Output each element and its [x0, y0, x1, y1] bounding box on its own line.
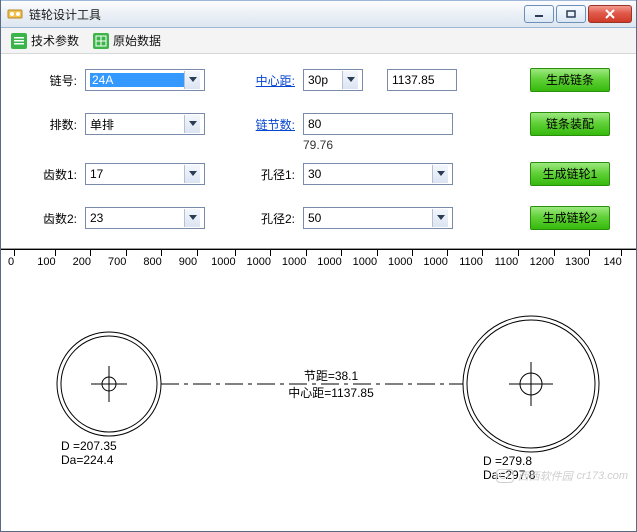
link-count-calc: 79.76: [303, 138, 612, 152]
minimize-button[interactable]: [524, 5, 554, 23]
teeth1-value: 17: [90, 167, 184, 181]
bore2-label: 孔径2:: [243, 210, 295, 227]
center-distance-combo[interactable]: 30p: [303, 69, 363, 91]
chevron-down-icon[interactable]: [432, 165, 448, 183]
drawing-canvas: 0100200700800900100010001000100010001000…: [1, 248, 636, 490]
chevron-down-icon[interactable]: [342, 71, 358, 89]
teeth2-value: 23: [90, 211, 184, 225]
list-icon: [11, 33, 27, 49]
chevron-down-icon[interactable]: [432, 209, 448, 227]
teeth1-combo[interactable]: 17: [85, 163, 205, 185]
chevron-down-icon[interactable]: [184, 115, 200, 133]
pitch-label: 节距=38.1: [271, 367, 391, 384]
form-area: 链号: 24A 中心距: 30p 1137.85 生成链条 排数:: [1, 54, 636, 248]
generate-chain-button[interactable]: 生成链条: [530, 68, 610, 92]
center-labels: 节距=38.1 中心距=1137.85: [271, 367, 391, 401]
chain-no-combo[interactable]: 24A: [85, 69, 205, 91]
watermark-icon: Cr: [496, 469, 514, 483]
chevron-down-icon[interactable]: [184, 209, 200, 227]
generate-sprocket2-button[interactable]: 生成链轮2: [530, 206, 610, 230]
toolbar: 技术参数 原始数据: [1, 28, 636, 54]
teeth2-combo[interactable]: 23: [85, 207, 205, 229]
center-distance-link[interactable]: 中心距:: [256, 74, 295, 88]
chevron-down-icon[interactable]: [184, 71, 200, 89]
titlebar[interactable]: 链轮设计工具: [1, 0, 636, 28]
link-count-input[interactable]: 80: [303, 113, 453, 135]
menu-raw-data[interactable]: 原始数据: [89, 30, 165, 51]
bore1-label: 孔径1:: [243, 166, 295, 183]
chain-assembly-button[interactable]: 链条装配: [530, 112, 610, 136]
chevron-down-icon[interactable]: [184, 165, 200, 183]
generate-sprocket1-button[interactable]: 生成链轮1: [530, 162, 610, 186]
center-distance-combo-value: 30p: [308, 73, 342, 87]
bore1-value: 30: [308, 167, 432, 181]
menu-raw-data-label: 原始数据: [113, 32, 161, 49]
chain-no-label: 链号:: [25, 72, 77, 89]
menu-tech-params[interactable]: 技术参数: [7, 30, 83, 51]
menu-tech-params-label: 技术参数: [31, 32, 79, 49]
close-button[interactable]: [588, 5, 632, 23]
watermark: Cr 西西软件园 cr173.com: [496, 468, 628, 484]
grid-icon: [93, 33, 109, 49]
maximize-button[interactable]: [556, 5, 586, 23]
center-distance-label: 中心距=1137.85: [271, 384, 391, 401]
link-count-link[interactable]: 链节数:: [256, 118, 295, 132]
chain-no-value: 24A: [90, 73, 184, 87]
arrangement-label: 排数:: [25, 116, 77, 133]
bore1-combo[interactable]: 30: [303, 163, 453, 185]
app-icon: [7, 6, 23, 22]
app-window: 链轮设计工具 技术参数 原始数据: [0, 0, 637, 532]
sprocket1-dims: D =207.35 Da=224.4: [61, 439, 117, 467]
teeth1-label: 齿数1:: [25, 166, 77, 183]
bore2-combo[interactable]: 50: [303, 207, 453, 229]
arrangement-combo[interactable]: 单排: [85, 113, 205, 135]
arrangement-value: 单排: [90, 116, 184, 133]
window-title: 链轮设计工具: [29, 6, 522, 23]
bore2-value: 50: [308, 211, 432, 225]
teeth2-label: 齿数2:: [25, 210, 77, 227]
center-distance-input[interactable]: 1137.85: [387, 69, 457, 91]
